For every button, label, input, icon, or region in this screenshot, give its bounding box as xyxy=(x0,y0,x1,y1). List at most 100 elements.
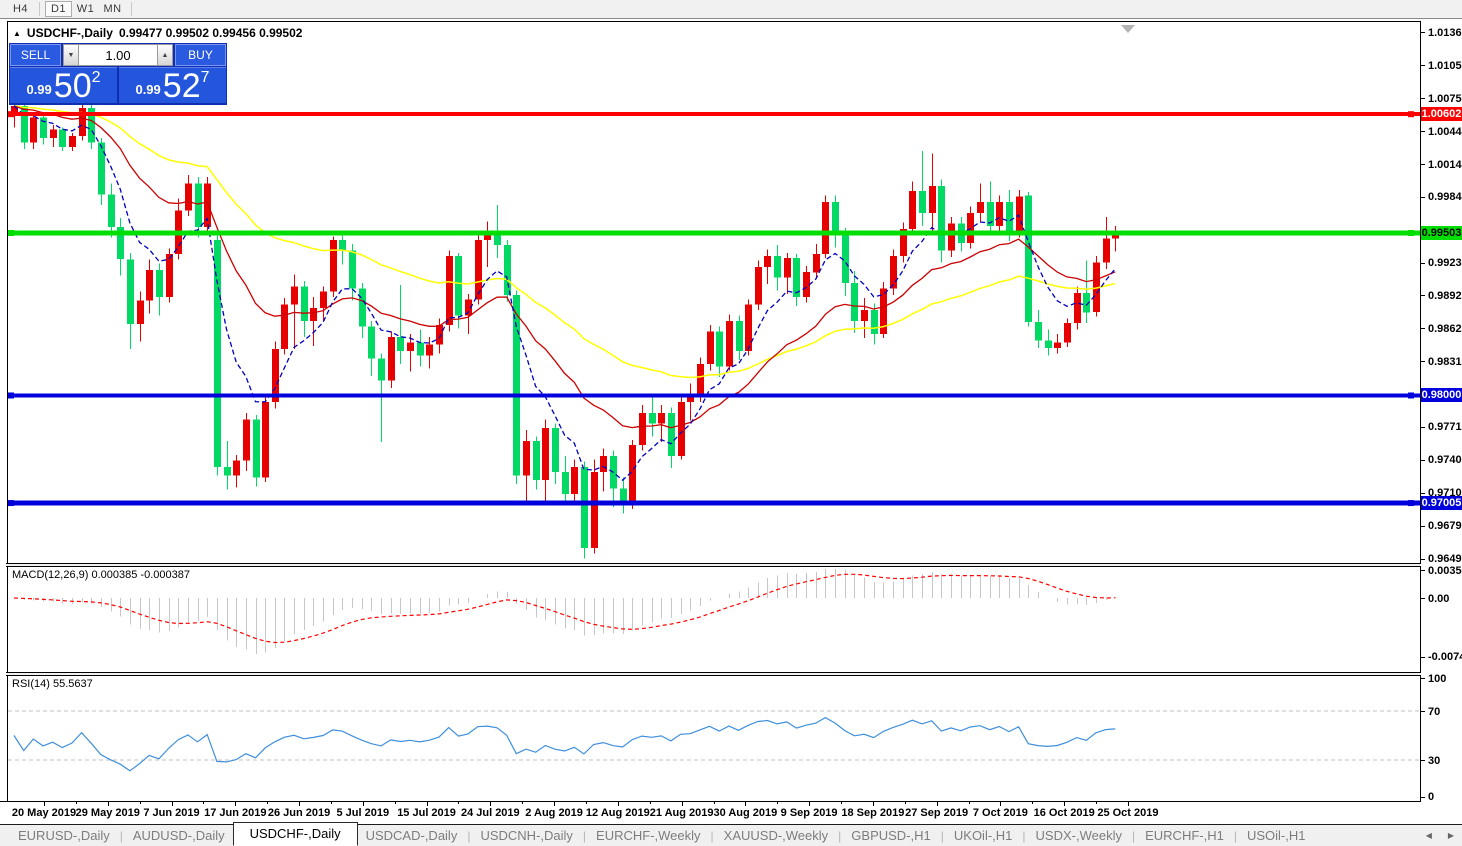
tab-scroll-left-icon[interactable]: ◀ xyxy=(1426,831,1432,840)
date-label: 16 Oct 2019 xyxy=(1034,807,1095,819)
date-label: 12 Aug 2019 xyxy=(586,807,650,819)
price-axis[interactable]: 1.013601.010551.007501.004451.001400.998… xyxy=(1421,22,1462,802)
date-tick-minor xyxy=(203,802,204,804)
price-level-badge: 0.98000 xyxy=(1421,388,1462,402)
date-tick xyxy=(427,802,428,806)
date-tick xyxy=(1064,802,1065,806)
buy-price-sup: 7 xyxy=(201,69,210,87)
tick-dash xyxy=(1421,295,1425,296)
candles xyxy=(11,100,1119,558)
date-tick xyxy=(235,802,236,806)
collapse-arrow-icon[interactable]: ▲ xyxy=(13,29,21,38)
date-label: 24 Jul 2019 xyxy=(461,807,520,819)
timeframe-w1[interactable]: W1 xyxy=(72,1,99,17)
sell-button[interactable]: SELL xyxy=(10,44,61,66)
tab-gbpusd-h1[interactable]: GBPUSD-,H1 xyxy=(843,826,938,845)
tab-usdcnh-daily[interactable]: USDCNH-,Daily xyxy=(472,826,580,845)
tab-audusd-daily[interactable]: AUDUSD-,Daily xyxy=(125,826,233,845)
rsi-label: RSI(14) 55.5637 xyxy=(12,678,93,690)
volume-input[interactable]: 1.00 xyxy=(79,44,157,66)
date-label: 25 Oct 2019 xyxy=(1097,807,1158,819)
level-anchor xyxy=(1408,230,1414,236)
date-label: 18 Sep 2019 xyxy=(841,807,904,819)
sell-price-big: 50 xyxy=(54,71,92,101)
rsi-pane-canvas[interactable] xyxy=(8,676,1420,801)
buy-button[interactable]: BUY xyxy=(175,44,226,66)
timeframe-mn[interactable]: MN xyxy=(99,1,126,17)
timeframe-d1[interactable]: D1 xyxy=(45,1,72,17)
price-level-badge: 0.97005 xyxy=(1421,496,1462,510)
date-label: 15 Jul 2019 xyxy=(397,807,456,819)
date-tick-minor xyxy=(1032,802,1033,804)
date-tick xyxy=(108,802,109,806)
sell-price-button[interactable]: 0.99 50 2 xyxy=(10,67,117,103)
pane-separator[interactable] xyxy=(6,672,1462,676)
date-tick-minor xyxy=(458,802,459,804)
date-tick xyxy=(44,802,45,806)
macd-pane-canvas[interactable] xyxy=(8,567,1420,672)
volume-increase-icon[interactable]: ▲ xyxy=(157,44,173,66)
date-axis[interactable]: 20 May 201929 May 20197 Jun 201917 Jun 2… xyxy=(8,802,1420,822)
axis-tick: 0.99230 xyxy=(1421,257,1462,270)
axis-tick: 0.98315 xyxy=(1421,355,1462,368)
trading-terminal: H4 D1W1MN ▲ USDCHF-,Daily 0.99477 0.99502… xyxy=(0,0,1462,846)
axis-tick: 0 xyxy=(1421,791,1434,804)
buy-price-button[interactable]: 0.99 52 7 xyxy=(119,67,226,103)
tab-usdx-weekly[interactable]: USDX-,Weekly xyxy=(1028,826,1130,845)
price-level-badge: 1.00602 xyxy=(1421,107,1462,121)
macd-histogram xyxy=(15,569,1116,654)
date-tick xyxy=(172,802,173,806)
axis-tick: 0.96795 xyxy=(1421,520,1462,533)
date-tick-minor xyxy=(76,802,77,804)
date-tick xyxy=(299,802,300,806)
date-tick xyxy=(1128,802,1129,806)
volume-stepper: ▼ 1.00 ▲ xyxy=(63,44,173,66)
buy-price-big: 52 xyxy=(163,71,201,101)
axis-tick: 0.98925 xyxy=(1421,289,1462,302)
axis-tick: 0.97405 xyxy=(1421,454,1462,467)
level-anchor xyxy=(1408,111,1414,117)
tab-ukoil-h1[interactable]: UKOil-,H1 xyxy=(946,826,1021,845)
date-tick-minor xyxy=(522,802,523,804)
date-label: 21 Aug 2019 xyxy=(650,807,714,819)
volume-decrease-icon[interactable]: ▼ xyxy=(63,44,79,66)
tab-separator: | xyxy=(1130,829,1137,843)
tick-dash xyxy=(1421,197,1425,198)
timeframe-h4[interactable]: H4 xyxy=(7,1,34,17)
tick-dash xyxy=(1421,678,1425,679)
tick-dash xyxy=(1421,460,1425,461)
date-tick xyxy=(1000,802,1001,806)
axis-tick: 1.00750 xyxy=(1421,92,1462,105)
tab-eurchf-h1[interactable]: EURCHF-,H1 xyxy=(1137,826,1232,845)
tab-eurusd-daily[interactable]: EURUSD-,Daily xyxy=(10,826,118,845)
tab-usdchf-daily[interactable]: USDCHF-,Daily xyxy=(233,822,358,846)
level-anchor xyxy=(8,111,14,117)
axis-tick: -0.00749 xyxy=(1421,651,1462,664)
tick-dash xyxy=(1421,328,1425,329)
tab-xauusd-weekly[interactable]: XAUUSD-,Weekly xyxy=(716,826,837,845)
date-tick-minor xyxy=(140,802,141,804)
tab-scroll-right-icon[interactable]: ▶ xyxy=(1448,831,1454,840)
tab-separator: | xyxy=(1232,829,1239,843)
rsi-value: 55.5637 xyxy=(53,678,93,690)
chart-tab-bar: EURUSD-,Daily|AUDUSD-,DailyUSDCHF-,Daily… xyxy=(0,824,1462,846)
date-label: 27 Sep 2019 xyxy=(905,807,968,819)
date-tick-minor xyxy=(1096,802,1097,804)
tab-separator: | xyxy=(118,829,125,843)
axis-tick: 0.98620 xyxy=(1421,322,1462,335)
tab-separator: | xyxy=(581,829,588,843)
tab-separator: | xyxy=(709,829,716,843)
date-tick-minor xyxy=(777,802,778,804)
axis-tick: 1.00140 xyxy=(1421,158,1462,171)
tab-separator: | xyxy=(465,829,472,843)
date-tick xyxy=(490,802,491,806)
date-tick xyxy=(809,802,810,806)
tab-eurchf-weekly[interactable]: EURCHF-,Weekly xyxy=(588,826,709,845)
tick-dash xyxy=(1421,797,1425,798)
tab-usdcad-daily[interactable]: USDCAD-,Daily xyxy=(358,826,466,845)
date-tick-minor xyxy=(331,802,332,804)
chart-title: ▲ USDCHF-,Daily 0.99477 0.99502 0.99456 … xyxy=(13,26,302,40)
pane-separator[interactable] xyxy=(6,563,1462,567)
date-label: 26 Jun 2019 xyxy=(268,807,330,819)
tab-usoil-h1[interactable]: USOil-,H1 xyxy=(1239,826,1314,845)
